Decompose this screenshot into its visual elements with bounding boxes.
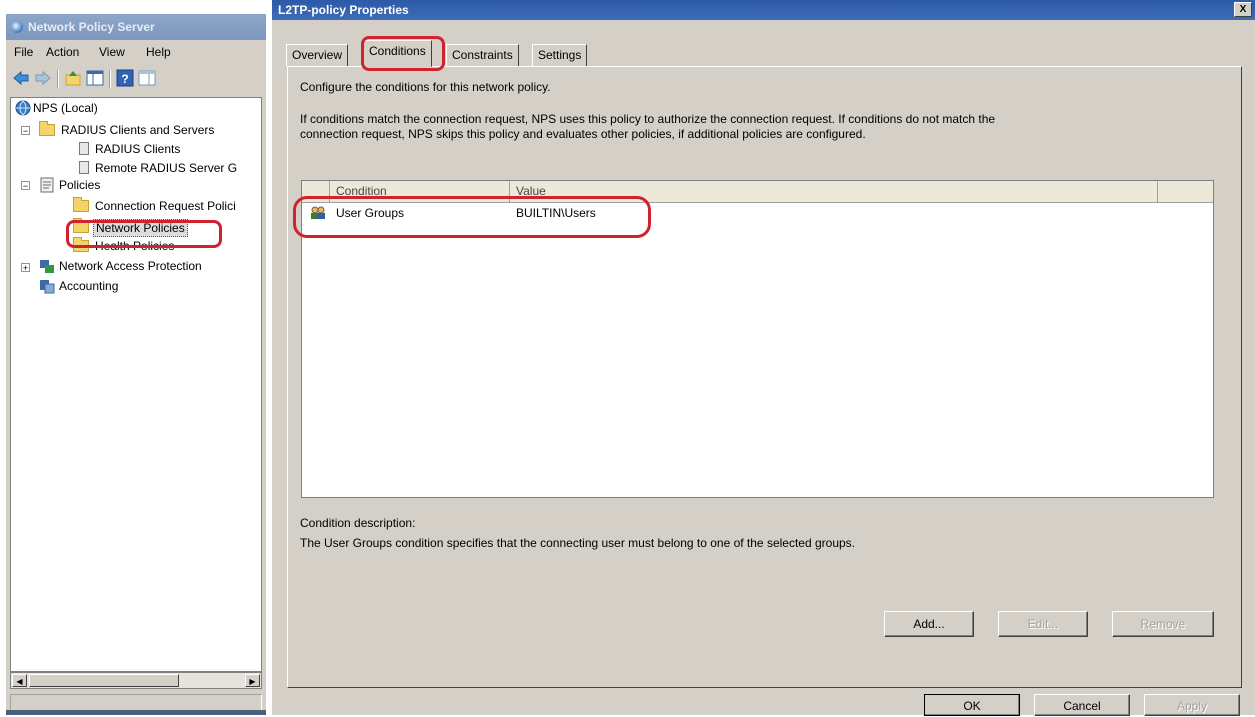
column-header-value[interactable]: Value bbox=[510, 181, 1158, 202]
tree-label: Connection Request Polici bbox=[95, 199, 236, 213]
server-icon bbox=[79, 161, 89, 174]
console-tree: NPS (Local) − RADIUS Clients and Servers… bbox=[10, 97, 262, 672]
tree-label: Accounting bbox=[59, 279, 119, 293]
svg-text:?: ? bbox=[121, 72, 128, 86]
cancel-button[interactable]: Cancel bbox=[1034, 694, 1130, 716]
toolbar-separator bbox=[57, 70, 59, 88]
menu-file[interactable]: File bbox=[14, 45, 33, 59]
menu-action[interactable]: Action bbox=[46, 45, 79, 59]
back-arrow-icon[interactable] bbox=[12, 69, 30, 87]
description-label: Condition description: bbox=[300, 516, 416, 530]
tab-conditions[interactable]: Conditions bbox=[363, 40, 432, 67]
tab-constraints[interactable]: Constraints bbox=[446, 44, 519, 66]
network-access-icon bbox=[40, 260, 54, 273]
collapse-toggle[interactable]: − bbox=[21, 181, 30, 191]
folder-icon bbox=[73, 197, 89, 212]
scroll-thumb[interactable] bbox=[29, 674, 179, 687]
properties-pane-icon[interactable] bbox=[138, 69, 156, 87]
toolbar-separator bbox=[109, 70, 111, 88]
menu-help[interactable]: Help bbox=[146, 45, 171, 59]
description-text: The User Groups condition specifies that… bbox=[300, 536, 855, 550]
folder-icon bbox=[73, 218, 89, 233]
policy-icon bbox=[40, 177, 54, 193]
nps-app-icon bbox=[11, 21, 23, 33]
tree-label: Network Policies bbox=[93, 219, 188, 237]
column-header-condition[interactable]: Condition bbox=[330, 181, 510, 202]
menu-bar: File Action View Help bbox=[6, 40, 266, 64]
condition-value: BUILTIN\Users bbox=[516, 206, 596, 220]
list-header: Condition Value bbox=[302, 181, 1213, 203]
server-icon bbox=[79, 142, 89, 155]
tree-label: RADIUS Clients bbox=[95, 142, 181, 156]
globe-server-icon bbox=[15, 100, 31, 116]
explanation-line-1: If conditions match the connection reque… bbox=[300, 112, 996, 126]
nps-console-window: Network Policy Server File Action View H… bbox=[6, 14, 266, 715]
dialog-title-bar[interactable]: L2TP-policy Properties bbox=[272, 0, 1255, 20]
window-bottom-edge bbox=[6, 710, 266, 715]
toolbar: ? bbox=[6, 64, 266, 94]
folder-icon bbox=[73, 237, 89, 252]
tree-label: NPS (Local) bbox=[33, 101, 98, 115]
tab-settings[interactable]: Settings bbox=[532, 44, 588, 66]
folder-icon bbox=[39, 121, 55, 136]
show-hide-tree-icon[interactable] bbox=[86, 69, 104, 87]
condition-row[interactable]: User Groups BUILTIN\Users bbox=[302, 204, 1213, 222]
tree-label: RADIUS Clients and Servers bbox=[61, 123, 215, 137]
accounting-icon bbox=[40, 280, 55, 294]
tab-overview[interactable]: Overview bbox=[286, 44, 349, 66]
explanation-line-2: connection request, NPS skips this polic… bbox=[300, 127, 866, 141]
nps-window-title: Network Policy Server bbox=[28, 20, 155, 34]
collapse-toggle[interactable]: − bbox=[21, 126, 30, 136]
policy-properties-dialog: L2TP-policy Properties X Overview Condit… bbox=[272, 0, 1255, 716]
user-group-icon bbox=[311, 206, 325, 219]
tree-label: Policies bbox=[59, 178, 101, 192]
apply-button[interactable]: Apply bbox=[1144, 694, 1240, 716]
tree-label: Network Access Protection bbox=[59, 259, 202, 273]
dialog-title: L2TP-policy Properties bbox=[278, 3, 409, 17]
scroll-right-arrow-icon[interactable]: ▶ bbox=[245, 674, 260, 687]
column-header-icon bbox=[302, 181, 330, 202]
tree-label: Remote RADIUS Server G bbox=[95, 161, 238, 175]
help-icon[interactable]: ? bbox=[116, 69, 134, 87]
close-icon[interactable]: X bbox=[1234, 2, 1252, 17]
up-folder-icon[interactable] bbox=[64, 69, 82, 87]
tree-horizontal-scrollbar[interactable]: ◀ ▶ bbox=[10, 672, 262, 689]
condition-name: User Groups bbox=[336, 206, 405, 220]
remove-button[interactable]: Remove bbox=[1112, 611, 1214, 637]
forward-arrow-icon[interactable] bbox=[34, 69, 52, 87]
edit-button[interactable]: Edit... bbox=[998, 611, 1088, 637]
scroll-left-arrow-icon[interactable]: ◀ bbox=[12, 674, 27, 687]
intro-text: Configure the conditions for this networ… bbox=[300, 80, 551, 94]
nps-window-title-bar[interactable]: Network Policy Server bbox=[6, 14, 266, 40]
conditions-list[interactable]: Condition Value User Groups BUILTIN\User… bbox=[301, 180, 1214, 498]
add-button[interactable]: Add... bbox=[884, 611, 974, 637]
tree-label: Health Policies bbox=[95, 239, 175, 253]
ok-button[interactable]: OK bbox=[924, 694, 1020, 716]
expand-toggle[interactable]: + bbox=[21, 263, 30, 273]
menu-view[interactable]: View bbox=[99, 45, 125, 59]
